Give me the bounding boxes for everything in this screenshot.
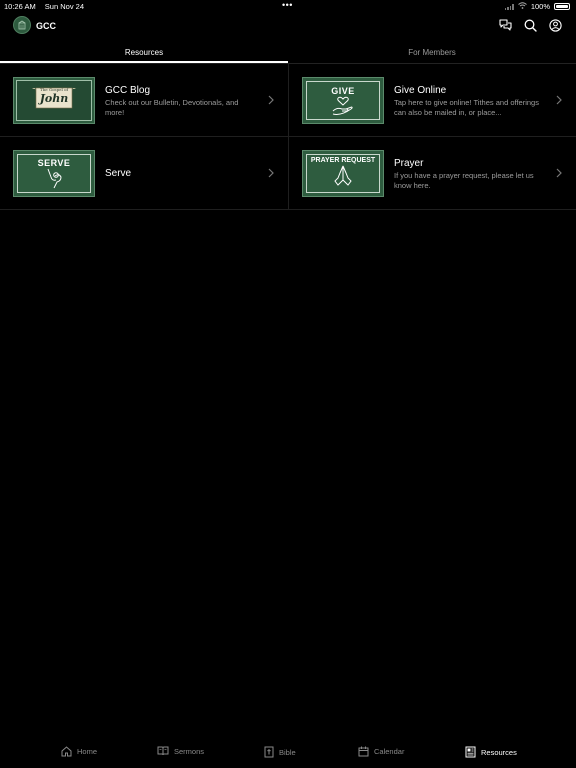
- tab-for-members[interactable]: For Members: [288, 44, 576, 64]
- home-icon: [61, 746, 72, 757]
- serve-thumb-title: SERVE: [37, 157, 71, 168]
- resource-title: Prayer: [394, 158, 424, 169]
- nav-item-sermons[interactable]: Sermons: [157, 746, 204, 756]
- book-open-icon: [157, 746, 169, 756]
- gcc-blog-thumbnail: The Gospel of John: [13, 77, 95, 124]
- battery-percent: 100%: [530, 2, 550, 11]
- serve-thumbnail: SERVE: [13, 150, 95, 197]
- give-thumb-title: GIVE: [331, 85, 355, 96]
- app-title: GCC: [36, 21, 56, 31]
- church-logo-icon[interactable]: [13, 16, 31, 34]
- chevron-right-icon: [268, 168, 274, 178]
- app-header: GCC: [0, 14, 576, 38]
- status-bar: 10:26 AM Sun Nov 24 ••• 100%: [0, 0, 576, 12]
- bottom-navigation: Home Sermons Bible Calendar Resources: [0, 744, 576, 768]
- resource-title: GCC Blog: [105, 85, 151, 96]
- give-online-thumbnail: GIVE: [302, 77, 384, 124]
- search-icon[interactable]: [523, 18, 537, 32]
- heart-hand-icon: [332, 96, 353, 115]
- status-date: Sun Nov 24: [44, 2, 84, 11]
- nav-label: Sermons: [174, 746, 205, 756]
- resource-item-serve[interactable]: SERVE Serve: [0, 137, 288, 210]
- nav-item-calendar[interactable]: Calendar: [358, 746, 404, 757]
- nav-label: Bible: [279, 747, 296, 757]
- nav-label: Resources: [481, 747, 517, 757]
- praying-hands-icon: [334, 165, 352, 186]
- resource-description: If you have a prayer request, please let…: [394, 171, 534, 190]
- resource-title: Serve: [105, 168, 132, 179]
- raised-hand-icon: [47, 168, 62, 188]
- nav-label: Home: [77, 747, 98, 756]
- status-time: 10:26 AM: [4, 2, 36, 11]
- blog-thumb-title: John: [39, 92, 69, 105]
- chevron-right-icon: [556, 95, 562, 105]
- profile-icon[interactable]: [548, 18, 562, 32]
- battery-icon: [554, 3, 570, 10]
- resource-item-prayer[interactable]: PRAYER REQUEST Prayer If you have a pray…: [288, 137, 576, 210]
- resource-description: Tap here to give online! Tithes and offe…: [394, 98, 539, 117]
- resource-item-gcc-blog[interactable]: The Gospel of John GCC Blog Check out ou…: [0, 64, 288, 137]
- resource-item-give-online[interactable]: GIVE Give Online Tap here to give online…: [288, 64, 576, 137]
- chevron-right-icon: [556, 168, 562, 178]
- prayer-thumb-title: PRAYER REQUEST: [310, 157, 376, 164]
- chevron-right-icon: [268, 95, 274, 105]
- multitasking-dots-icon[interactable]: •••: [282, 0, 293, 10]
- nav-item-resources[interactable]: Resources: [465, 746, 517, 758]
- cellular-signal-icon: [504, 3, 514, 10]
- prayer-thumbnail: PRAYER REQUEST: [302, 150, 384, 197]
- calendar-icon: [358, 746, 369, 757]
- resource-title: Give Online: [394, 85, 447, 96]
- resource-description: Check out our Bulletin, Devotionals, and…: [105, 98, 239, 117]
- nav-item-home[interactable]: Home: [61, 746, 97, 757]
- chat-icon[interactable]: [498, 18, 512, 32]
- wifi-icon: [517, 2, 527, 11]
- bible-icon: [264, 746, 274, 758]
- nav-label: Calendar: [374, 747, 405, 756]
- nav-item-bible[interactable]: Bible: [264, 746, 296, 758]
- newspaper-icon: [465, 746, 476, 758]
